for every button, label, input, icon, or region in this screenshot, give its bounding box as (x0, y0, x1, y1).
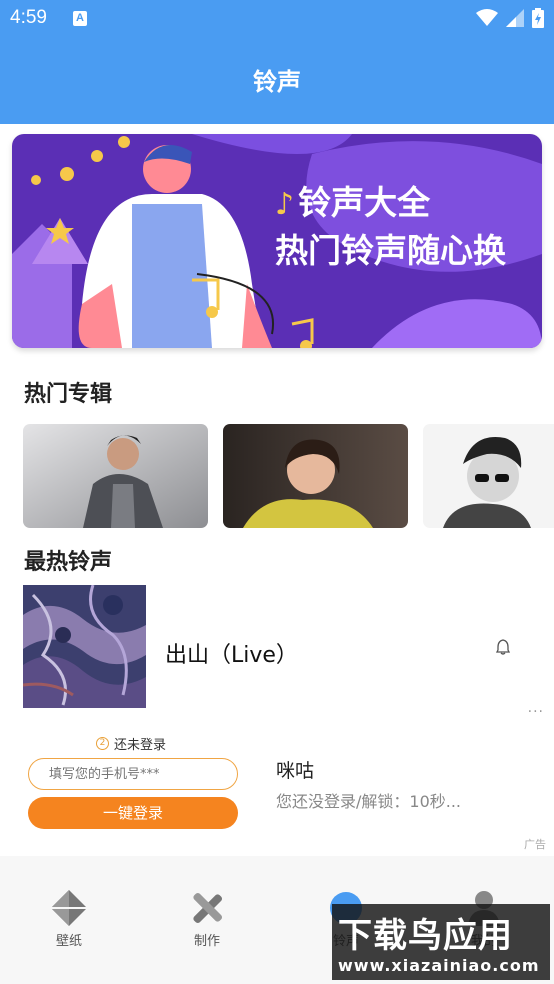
hot-albums-title: 热门专辑 (24, 382, 113, 407)
album-card[interactable] (23, 424, 208, 528)
coin-icon: 2 (96, 737, 109, 750)
ad-description: 您还没登录/解锁：10秒... (276, 792, 462, 811)
ad-login-status: 2 还未登录 (96, 734, 166, 753)
watermark-url: www.xiazainiao.com (338, 956, 540, 975)
bell-icon[interactable] (496, 639, 510, 655)
album-cover-image (23, 424, 208, 528)
ringtone-list-item[interactable]: 出山（Live） (23, 585, 543, 709)
signal-icon (506, 9, 524, 27)
diamond-icon (51, 890, 87, 926)
album-card[interactable] (423, 424, 554, 528)
page-title: 铃声 (253, 68, 301, 96)
ringtone-title: 出山（Live） (165, 643, 298, 668)
album-cover-image (223, 424, 408, 528)
ringtone-cover-image (23, 585, 146, 708)
watermark-title: 下载鸟应用 (338, 916, 513, 956)
banner-line-1: ♪ 铃声大全 (275, 183, 431, 222)
login-status-text: 还未登录 (114, 738, 167, 753)
nav-item-wallpaper[interactable]: 壁纸 (29, 890, 109, 949)
hot-ringtones-title: 最热铃声 (24, 550, 113, 575)
ad-app-name: 咪咕 (276, 760, 315, 782)
ringtone-cover (23, 585, 146, 708)
main-content[interactable]: ♪ 铃声大全 热门铃声随心换 热门专辑 最热铃声 出山（Live） ··· 2 … (0, 124, 554, 856)
album-card[interactable] (223, 424, 408, 528)
ad-banner[interactable]: 2 还未登录 一键登录 咪咕 您还没登录/解锁：10秒... 广告 (0, 724, 554, 856)
phone-input[interactable] (28, 758, 238, 790)
ad-tag: 广告 (524, 838, 546, 851)
notification-icon: A (73, 11, 87, 26)
watermark: 下载鸟应用 www.xiazainiao.com (332, 904, 550, 980)
tools-icon (193, 892, 223, 924)
more-options-icon[interactable]: ··· (528, 704, 544, 720)
album-cover-image (423, 424, 554, 528)
app-bar: 铃声 (0, 38, 554, 124)
status-time: 4:59 (10, 7, 47, 28)
banner-text: ♪ 铃声大全 热门铃声随心换 (275, 180, 506, 274)
nav-label: 制作 (193, 934, 220, 949)
hot-albums-list[interactable] (23, 424, 554, 528)
status-icons (476, 8, 544, 28)
nav-label: 壁纸 (55, 934, 82, 949)
one-click-login-button[interactable]: 一键登录 (28, 797, 238, 829)
music-note-icon: ♪ (275, 187, 295, 222)
banner[interactable]: ♪ 铃声大全 热门铃声随心换 (12, 134, 542, 348)
wifi-icon (476, 9, 498, 26)
banner-line-2: 热门铃声随心换 (275, 231, 506, 270)
battery-icon (532, 8, 544, 28)
nav-item-create[interactable]: 制作 (167, 890, 247, 949)
status-bar: 4:59 A (0, 0, 554, 38)
